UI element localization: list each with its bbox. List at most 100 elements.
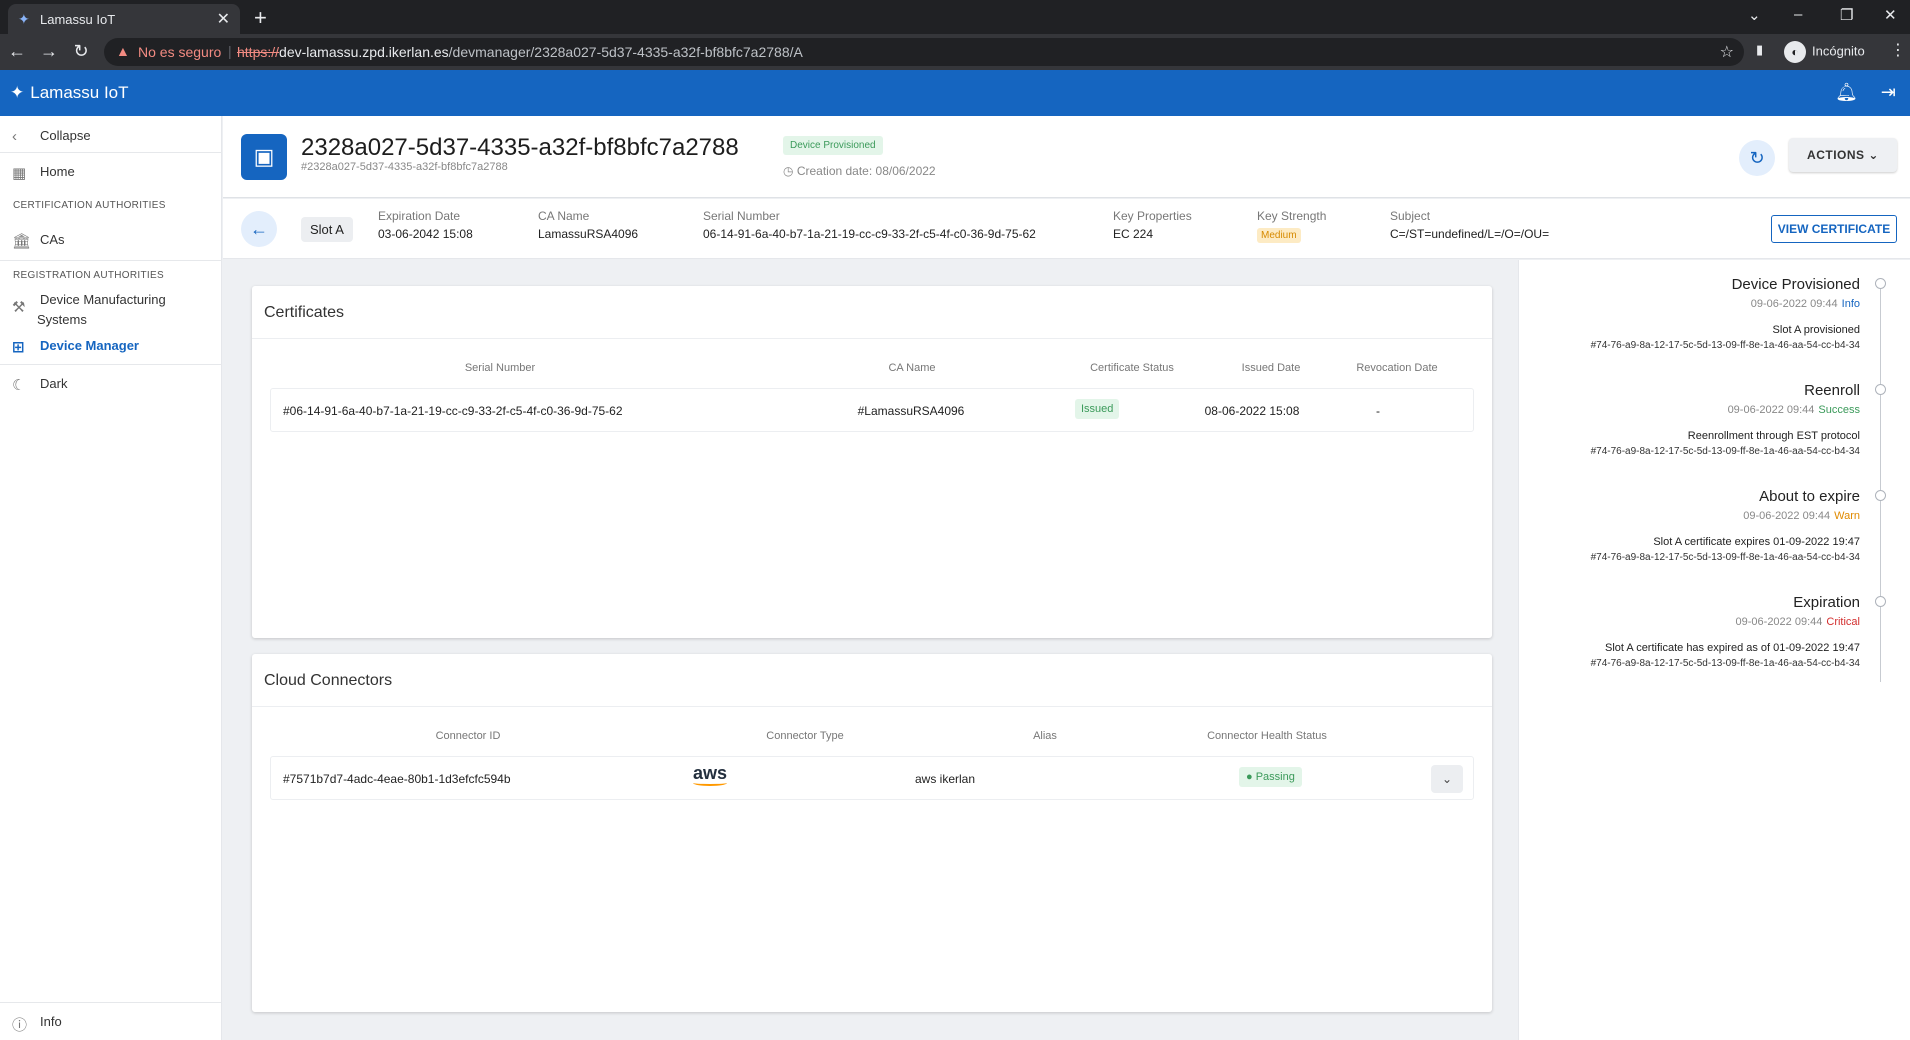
cert-serial: #06-14-91-6a-40-b7-1a-21-19-cc-c9-33-2f-… xyxy=(283,404,623,418)
certificates-title: Certificates xyxy=(264,304,345,321)
browser-menu-icon[interactable]: ⋮ xyxy=(1890,40,1906,60)
subject-field: Subject C=/ST=undefined/L=/O=/OU= xyxy=(1390,209,1550,241)
arrow-left-icon: ← xyxy=(250,219,268,239)
cloud-connectors-title: Cloud Connectors xyxy=(264,672,393,689)
chevron-down-icon: ⌄ xyxy=(1868,148,1879,162)
view-certificate-button[interactable]: VIEW CERTIFICATE xyxy=(1771,215,1897,243)
address-bar[interactable]: ▲ No es seguro | https://dev-lamassu.zpd… xyxy=(104,38,1744,66)
forward-arrow-icon[interactable]: → xyxy=(38,41,60,62)
divider xyxy=(0,364,222,365)
url-separator: | xyxy=(228,43,232,59)
back-arrow-icon[interactable]: ← xyxy=(6,41,28,62)
timeline-dot xyxy=(1875,490,1886,501)
browser-tab[interactable]: ✦ Lamassu IoT ✕ xyxy=(8,4,240,34)
aws-logo-icon: aws xyxy=(693,763,727,786)
reload-icon[interactable]: ↻ xyxy=(70,41,92,62)
notification-bell-icon[interactable]: 🔔︎ xyxy=(1835,82,1858,103)
device-header: ▣ 2328a027-5d37-4335-a32f-bf8bfc7a2788 #… xyxy=(223,116,1910,198)
ca-name-field: CA Name LamassuRSA4096 xyxy=(538,209,639,241)
section-certification-authorities: CERTIFICATION AUTHORITIES xyxy=(13,200,166,211)
status-dot-icon: ● xyxy=(1246,771,1256,783)
cert-revocation-date: - xyxy=(1376,404,1380,418)
col-connector-id: Connector ID xyxy=(435,730,501,742)
col-revocation-date: Revocation Date xyxy=(1356,362,1438,374)
col-ca-name: CA Name xyxy=(888,362,936,374)
chip-icon: ▣ xyxy=(241,134,287,180)
timeline-event: Reenroll 09-06-2022 09:44 Success Reenrol… xyxy=(1590,382,1860,457)
col-alias: Alias xyxy=(1033,730,1057,742)
timeline-event: About to expire 09-06-2022 09:44 Warn Slo… xyxy=(1590,488,1860,563)
chevron-left-icon: ‹ xyxy=(12,128,17,145)
logout-icon[interactable]: ⇥ xyxy=(1881,82,1896,103)
table-row[interactable]: #7571b7d7-4adc-4eae-80b1-1d3efcfc594b aw… xyxy=(270,756,1474,800)
side-panel-icon[interactable]: ▮ xyxy=(1756,42,1763,58)
certificates-card: Certificates Serial Number CA Name Certi… xyxy=(252,286,1492,638)
info-icon: ⓘ xyxy=(12,1017,28,1034)
warning-icon: ▲ xyxy=(116,43,130,59)
moon-icon: ☾ xyxy=(12,377,26,394)
dashboard-icon: ▦ xyxy=(12,165,27,182)
device-subid: #2328a027-5d37-4335-a32f-bf8bfc7a2788 xyxy=(301,161,508,173)
refresh-button[interactable]: ↻ xyxy=(1739,140,1775,176)
issued-badge: Issued xyxy=(1075,399,1120,419)
incognito-profile[interactable]: ◐ Incógnito xyxy=(1784,41,1865,63)
clock-icon: ◷ xyxy=(783,164,797,178)
key-strength-field: Key Strength Medium xyxy=(1257,209,1327,243)
divider xyxy=(252,338,1492,339)
section-registration-authorities: REGISTRATION AUTHORITIES xyxy=(13,270,164,281)
close-window-icon[interactable]: ✕ xyxy=(1884,6,1897,24)
key-properties-field: Key Properties EC 224 xyxy=(1113,209,1192,241)
refresh-icon: ↻ xyxy=(1749,148,1765,168)
restore-icon[interactable]: ❐ xyxy=(1840,6,1853,24)
col-connector-health-status: Connector Health Status xyxy=(1207,730,1327,742)
serial-number-field: Serial Number 06-14-91-6a-40-b7-1a-21-19-… xyxy=(703,209,1036,241)
col-serial-number: Serial Number xyxy=(464,362,536,374)
expiration-field: Expiration Date 03-06-2042 15:08 xyxy=(378,209,473,241)
bank-icon: 🏛︎ xyxy=(12,233,32,250)
minimize-icon[interactable]: – xyxy=(1794,6,1802,23)
connector-id: #7571b7d7-4adc-4eae-80b1-1d3efcfc594b xyxy=(283,772,511,786)
incognito-icon: ◐ xyxy=(1784,41,1806,63)
brand[interactable]: ✦ Lamassu IoT xyxy=(10,83,129,103)
sidebar: ‹ Collapse ▦ Home CERTIFICATION AUTHORIT… xyxy=(0,116,222,1040)
divider xyxy=(252,706,1492,707)
app-header: ✦ Lamassu IoT 🔔︎ ⇥ xyxy=(0,70,1910,116)
lamassu-logo-icon: ✦ xyxy=(10,83,25,102)
timeline-dot xyxy=(1875,278,1886,289)
status-badge: Device Provisioned xyxy=(783,136,883,155)
health-status-badge: ● Passing xyxy=(1239,767,1302,787)
cloud-connectors-card: Cloud Connectors Connector ID Connector … xyxy=(252,654,1492,1012)
bookmark-star-icon[interactable]: ☆ xyxy=(1720,42,1734,62)
timeline-dot xyxy=(1875,384,1886,395)
browser-tab-bar: ✦ Lamassu IoT ✕ + ⌄ – ❐ ✕ xyxy=(0,0,1910,34)
tab-title: Lamassu IoT xyxy=(40,12,116,27)
insecure-label: No es seguro xyxy=(138,44,222,60)
back-button[interactable]: ← xyxy=(241,211,277,247)
new-tab-button[interactable]: + xyxy=(254,5,267,31)
divider xyxy=(0,152,222,153)
tab-search-icon[interactable]: ⌄ xyxy=(1748,6,1761,24)
tab-close-icon[interactable]: ✕ xyxy=(217,9,230,29)
table-row[interactable]: #06-14-91-6a-40-b7-1a-21-19-cc-c9-33-2f-… xyxy=(270,388,1474,432)
timeline-line xyxy=(1880,282,1881,682)
slot-bar: ← Slot A Expiration Date 03-06-2042 15:08… xyxy=(223,199,1910,259)
chevron-down-icon: ⌄ xyxy=(1441,772,1453,786)
creation-date: ◷ Creation date: 08/06/2022 xyxy=(783,164,936,178)
device-title: 2328a027-5d37-4335-a32f-bf8bfc7a2788 xyxy=(301,134,739,161)
cert-ca: #LamassuRSA4096 xyxy=(857,404,965,418)
expand-row-button[interactable]: ⌄ xyxy=(1431,765,1463,793)
divider xyxy=(0,1002,222,1003)
lamassu-favicon-icon: ✦ xyxy=(18,11,30,27)
timeline-event: Device Provisioned 09-06-2022 09:44 Info … xyxy=(1590,276,1860,351)
actions-button[interactable]: ACTIONS ⌄ xyxy=(1789,138,1897,172)
factory-icon: ⚒ xyxy=(12,299,26,316)
url-text: https://dev-lamassu.zpd.ikerlan.es/devma… xyxy=(237,44,803,60)
browser-toolbar: ← → ↻ ▲ No es seguro | https://dev-lamas… xyxy=(0,34,1910,70)
strength-badge: Medium xyxy=(1257,228,1301,243)
connector-alias: aws ikerlan xyxy=(914,772,976,786)
timeline-event: Expiration 09-06-2022 09:44 Critical Slot… xyxy=(1590,594,1860,669)
slot-chip: Slot A xyxy=(301,217,353,242)
divider xyxy=(0,260,222,261)
col-connector-type: Connector Type xyxy=(766,730,844,742)
timeline-dot xyxy=(1875,596,1886,607)
